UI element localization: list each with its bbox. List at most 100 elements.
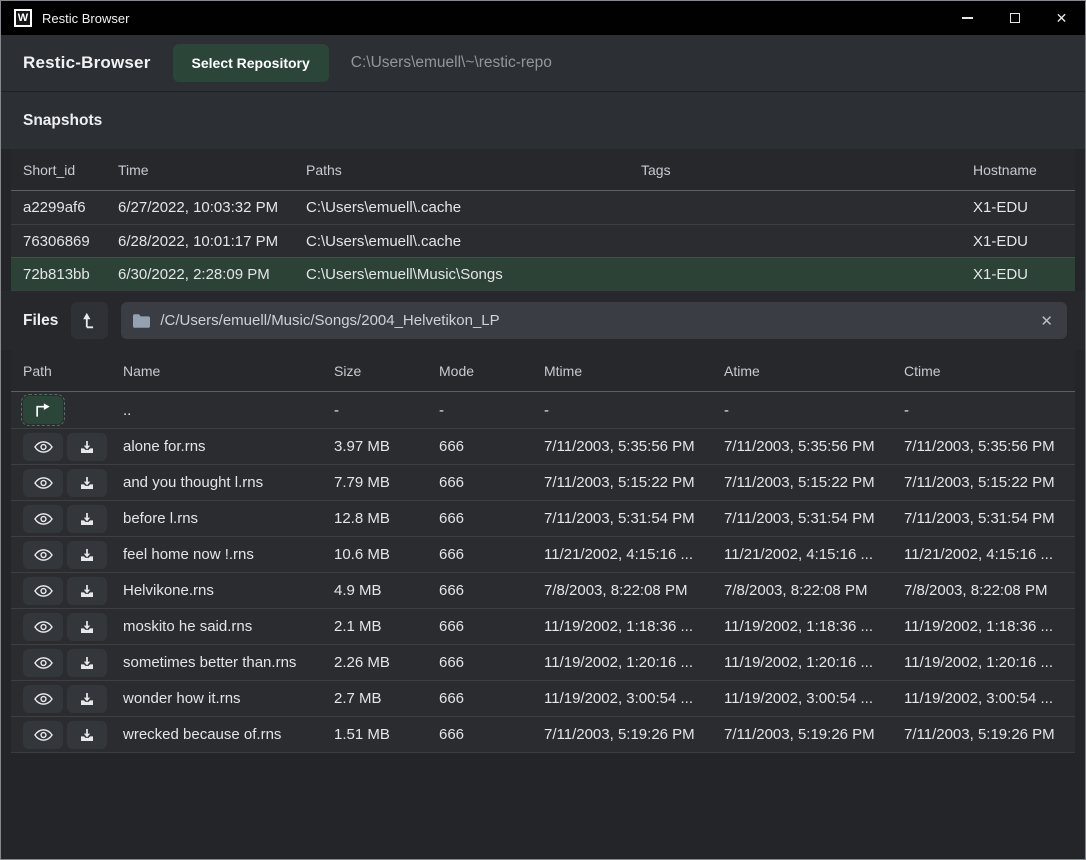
column-header-hostname: Hostname bbox=[973, 162, 1063, 178]
file-row[interactable]: Helvikone.rns 4.9 MB 666 7/8/2003, 8:22:… bbox=[11, 572, 1075, 608]
file-mtime: 11/19/2002, 3:00:54 ... bbox=[544, 690, 724, 707]
close-button[interactable]: ✕ bbox=[1038, 1, 1085, 35]
file-mode: 666 bbox=[439, 546, 544, 563]
download-icon bbox=[79, 475, 95, 491]
snapshot-hostname: X1-EDU bbox=[973, 199, 1063, 216]
file-ctime: 11/19/2002, 1:18:36 ... bbox=[904, 618, 1063, 635]
file-mode: 666 bbox=[439, 726, 544, 743]
snapshot-row[interactable]: 76306869 6/28/2022, 10:01:17 PM C:\Users… bbox=[11, 224, 1075, 257]
window-title: Restic Browser bbox=[42, 11, 129, 26]
file-row[interactable]: feel home now !.rns 10.6 MB 666 11/21/20… bbox=[11, 536, 1075, 572]
file-mode: 666 bbox=[439, 654, 544, 671]
download-file-button[interactable] bbox=[67, 505, 107, 533]
file-atime: 11/21/2002, 4:15:16 ... bbox=[724, 546, 904, 563]
path-bar[interactable]: /C/Users/emuell/Music/Songs/2004_Helveti… bbox=[121, 302, 1067, 339]
file-size: 2.26 MB bbox=[334, 654, 439, 671]
snapshot-time: 6/30/2022, 2:28:09 PM bbox=[118, 266, 306, 283]
file-mtime: - bbox=[544, 402, 724, 419]
file-size: - bbox=[334, 402, 439, 419]
minimize-button[interactable] bbox=[944, 1, 991, 35]
go-to-parent-button[interactable] bbox=[23, 396, 63, 424]
view-file-button[interactable] bbox=[23, 469, 63, 497]
file-name: before l.rns bbox=[123, 510, 334, 527]
download-file-button[interactable] bbox=[67, 613, 107, 641]
eye-icon bbox=[34, 548, 53, 562]
file-row[interactable]: moskito he said.rns 2.1 MB 666 11/19/200… bbox=[11, 608, 1075, 644]
eye-icon bbox=[34, 476, 53, 490]
snapshot-row[interactable]: a2299af6 6/27/2022, 10:03:32 PM C:\Users… bbox=[11, 191, 1075, 224]
file-mtime: 7/8/2003, 8:22:08 PM bbox=[544, 582, 724, 599]
download-icon bbox=[79, 619, 95, 635]
download-file-button[interactable] bbox=[67, 433, 107, 461]
file-ctime: 7/8/2003, 8:22:08 PM bbox=[904, 582, 1063, 599]
folder-icon bbox=[133, 314, 150, 328]
file-atime: 7/11/2003, 5:31:54 PM bbox=[724, 510, 904, 527]
column-header-short-id: Short_id bbox=[23, 162, 118, 178]
snapshots-table: Short_id Time Paths Tags Hostname a2299a… bbox=[11, 149, 1075, 291]
clear-path-button[interactable]: ✕ bbox=[1038, 312, 1055, 330]
download-file-button[interactable] bbox=[67, 577, 107, 605]
file-size: 12.8 MB bbox=[334, 510, 439, 527]
view-file-button[interactable] bbox=[23, 613, 63, 641]
arrow-up-from-line-icon bbox=[82, 312, 97, 330]
file-ctime: 11/19/2002, 3:00:54 ... bbox=[904, 690, 1063, 707]
view-file-button[interactable] bbox=[23, 541, 63, 569]
file-size: 3.97 MB bbox=[334, 438, 439, 455]
file-mtime: 7/11/2003, 5:15:22 PM bbox=[544, 474, 724, 491]
view-file-button[interactable] bbox=[23, 721, 63, 749]
parent-directory-row[interactable]: .. - - - - - bbox=[11, 392, 1075, 428]
download-file-button[interactable] bbox=[67, 721, 107, 749]
file-ctime: - bbox=[904, 402, 1063, 419]
clear-path-icon: ✕ bbox=[1040, 313, 1053, 330]
row-actions bbox=[23, 721, 123, 749]
file-row[interactable]: and you thought l.rns 7.79 MB 666 7/11/2… bbox=[11, 464, 1075, 500]
files-table: Path Name Size Mode Mtime Atime Ctime ..… bbox=[11, 350, 1075, 753]
view-file-button[interactable] bbox=[23, 433, 63, 461]
view-file-button[interactable] bbox=[23, 577, 63, 605]
select-repository-button[interactable]: Select Repository bbox=[173, 44, 329, 82]
snapshot-paths: C:\Users\emuell\Music\Songs bbox=[306, 266, 641, 283]
download-icon bbox=[79, 583, 95, 599]
download-icon bbox=[79, 727, 95, 743]
view-file-button[interactable] bbox=[23, 685, 63, 713]
files-bar: Files /C/Users/emuell/Music/Songs/2004_H… bbox=[1, 291, 1085, 350]
file-ctime: 7/11/2003, 5:15:22 PM bbox=[904, 474, 1063, 491]
file-mtime: 7/11/2003, 5:31:54 PM bbox=[544, 510, 724, 527]
download-file-button[interactable] bbox=[67, 541, 107, 569]
maximize-button[interactable] bbox=[991, 1, 1038, 35]
row-actions bbox=[23, 613, 123, 641]
snapshot-short-id: a2299af6 bbox=[23, 199, 118, 216]
file-atime: 11/19/2002, 1:18:36 ... bbox=[724, 618, 904, 635]
file-atime: - bbox=[724, 402, 904, 419]
file-row[interactable]: wrecked because of.rns 1.51 MB 666 7/11/… bbox=[11, 716, 1075, 752]
app-icon: W bbox=[14, 9, 32, 27]
file-atime: 7/11/2003, 5:35:56 PM bbox=[724, 438, 904, 455]
snapshot-short-id: 72b813bb bbox=[23, 266, 118, 283]
file-name: feel home now !.rns bbox=[123, 546, 334, 563]
row-actions bbox=[23, 433, 123, 461]
eye-icon bbox=[34, 440, 53, 454]
file-mtime: 11/19/2002, 1:18:36 ... bbox=[544, 618, 724, 635]
column-header-path: Path bbox=[23, 363, 123, 379]
file-row[interactable]: before l.rns 12.8 MB 666 7/11/2003, 5:31… bbox=[11, 500, 1075, 536]
file-row[interactable]: wonder how it.rns 2.7 MB 666 11/19/2002,… bbox=[11, 680, 1075, 716]
download-file-button[interactable] bbox=[67, 469, 107, 497]
file-row[interactable]: sometimes better than.rns 2.26 MB 666 11… bbox=[11, 644, 1075, 680]
file-mode: 666 bbox=[439, 474, 544, 491]
download-file-button[interactable] bbox=[67, 649, 107, 677]
column-header-mtime: Mtime bbox=[544, 363, 724, 379]
file-ctime: 7/11/2003, 5:19:26 PM bbox=[904, 726, 1063, 743]
file-row[interactable]: alone for.rns 3.97 MB 666 7/11/2003, 5:3… bbox=[11, 428, 1075, 464]
file-atime: 7/8/2003, 8:22:08 PM bbox=[724, 582, 904, 599]
up-level-button[interactable] bbox=[71, 302, 108, 339]
snapshot-paths: C:\Users\emuell\.cache bbox=[306, 199, 641, 216]
maximize-icon bbox=[1010, 13, 1020, 23]
view-file-button[interactable] bbox=[23, 505, 63, 533]
window-controls: ✕ bbox=[944, 1, 1085, 35]
snapshot-row[interactable]: 72b813bb 6/30/2022, 2:28:09 PM C:\Users\… bbox=[11, 257, 1075, 290]
row-actions bbox=[23, 577, 123, 605]
file-ctime: 7/11/2003, 5:35:56 PM bbox=[904, 438, 1063, 455]
view-file-button[interactable] bbox=[23, 649, 63, 677]
download-file-button[interactable] bbox=[67, 685, 107, 713]
minimize-icon bbox=[962, 17, 973, 19]
